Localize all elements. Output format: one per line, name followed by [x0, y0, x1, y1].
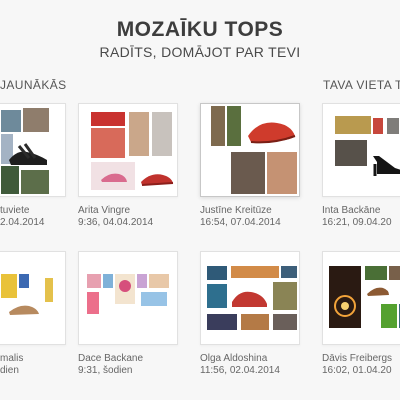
card-caption: Dāvis Freibergs 16:02, 01.04.20	[322, 353, 400, 377]
mosaic-card[interactable]	[322, 103, 400, 197]
card-caption: Inta Backāne 16:21, 09.04.20	[322, 205, 400, 229]
mosaic-thumbnail	[137, 274, 147, 288]
mosaic-thumbnail	[373, 118, 383, 134]
section-label-newest: JAUNĀKĀS	[0, 78, 67, 92]
mosaic-thumbnail	[91, 128, 125, 158]
mosaic-thumbnail	[207, 314, 237, 330]
mosaic-thumbnail	[1, 110, 21, 132]
mosaic-card[interactable]	[322, 251, 400, 345]
mosaic-thumbnail	[389, 266, 400, 280]
tan-shoe-icon	[9, 305, 39, 315]
author-name[interactable]: Inta Backāne	[322, 205, 400, 217]
mosaic-thumbnail	[103, 274, 113, 288]
mosaic-thumbnail	[87, 292, 99, 314]
mosaic-card[interactable]	[200, 103, 300, 197]
card-caption: Dace Backane 9:31, šodien	[78, 353, 188, 377]
mosaic-thumbnail	[335, 116, 371, 134]
brown-shoe-icon	[367, 287, 389, 296]
red-loafer-icon	[248, 122, 296, 144]
mosaic-card[interactable]	[200, 251, 300, 345]
mosaic-thumbnail	[23, 108, 49, 132]
page-title: MOZAĪKU TOPS	[116, 18, 284, 41]
mosaic-thumbnail	[21, 170, 49, 194]
sparkler-icon	[334, 295, 356, 317]
post-time: 16:54, 07.04.2014	[200, 217, 281, 228]
mosaic-thumbnail	[211, 106, 225, 146]
mosaic-thumbnail	[273, 314, 297, 330]
black-heel-icon	[373, 156, 400, 176]
mosaic-thumbnail	[87, 274, 101, 288]
mosaic-thumbnail	[149, 274, 169, 288]
post-time: 9:31, šodien	[78, 365, 133, 376]
post-time: 16:02, 01.04.20	[322, 365, 392, 376]
mosaic-thumbnail	[152, 112, 172, 156]
mosaic-thumbnail	[335, 140, 367, 166]
card-caption: Arita Vingre 9:36, 04.04.2014	[78, 205, 188, 229]
mosaic-thumbnail	[231, 266, 279, 278]
mosaic-thumbnail	[119, 280, 131, 292]
post-time: 9:36, 04.04.2014	[78, 217, 154, 228]
pink-shoe-icon	[101, 173, 127, 182]
mosaic-thumbnail	[45, 278, 53, 302]
mosaic-thumbnail	[231, 152, 265, 194]
post-time: 11:56, 02.04.2014	[200, 365, 280, 376]
mosaic-thumbnail	[207, 266, 227, 280]
post-time: 16:21, 09.04.20	[322, 217, 392, 228]
red-flat-shoe-icon	[141, 174, 174, 186]
section-label-your-place: TAVA VIETA TO	[323, 78, 400, 92]
black-sandal-icon	[9, 143, 47, 165]
author-name[interactable]: Olga Aldoshina	[200, 353, 310, 365]
mosaic-thumbnail	[19, 274, 29, 288]
mosaic-thumbnail	[129, 112, 149, 156]
mosaic-thumbnail	[227, 106, 241, 146]
mosaic-thumbnail	[207, 284, 227, 308]
mosaic-thumbnail	[365, 266, 387, 280]
mosaic-thumbnail	[241, 314, 269, 330]
mosaic-thumbnail	[281, 266, 297, 278]
mosaic-card[interactable]	[0, 251, 66, 345]
mosaic-thumbnail	[1, 166, 19, 194]
author-name[interactable]: Arita Vingre	[78, 205, 188, 217]
mosaic-card[interactable]	[78, 103, 178, 197]
mosaic-thumbnail	[273, 282, 297, 310]
mosaic-thumbnail	[141, 292, 167, 306]
mosaic-thumbnail	[1, 274, 17, 298]
mosaic-thumbnail	[91, 112, 125, 126]
author-name[interactable]: Dace Backane	[78, 353, 188, 365]
card-caption: Olga Aldoshina 11:56, 02.04.2014	[200, 353, 310, 377]
mosaic-thumbnail	[387, 118, 399, 134]
mosaic-thumbnail	[267, 152, 297, 194]
author-name[interactable]: Justīne Kreitūze	[200, 205, 310, 217]
mosaic-top-page: MOZAĪKU TOPS RADĪTS, DOMĀJOT PAR TEVI JA…	[0, 0, 400, 400]
author-name[interactable]: Dāvis Freibergs	[322, 353, 400, 365]
mosaic-card[interactable]	[78, 251, 178, 345]
header: MOZAĪKU TOPS RADĪTS, DOMĀJOT PAR TEVI	[0, 18, 400, 60]
red-sneaker-icon	[232, 291, 267, 309]
card-caption: Justīne Kreitūze 16:54, 07.04.2014	[200, 205, 310, 229]
mosaic-card[interactable]	[0, 103, 66, 197]
mosaic-thumbnail	[381, 304, 397, 328]
page-subtitle: RADĪTS, DOMĀJOT PAR TEVI	[99, 44, 301, 60]
